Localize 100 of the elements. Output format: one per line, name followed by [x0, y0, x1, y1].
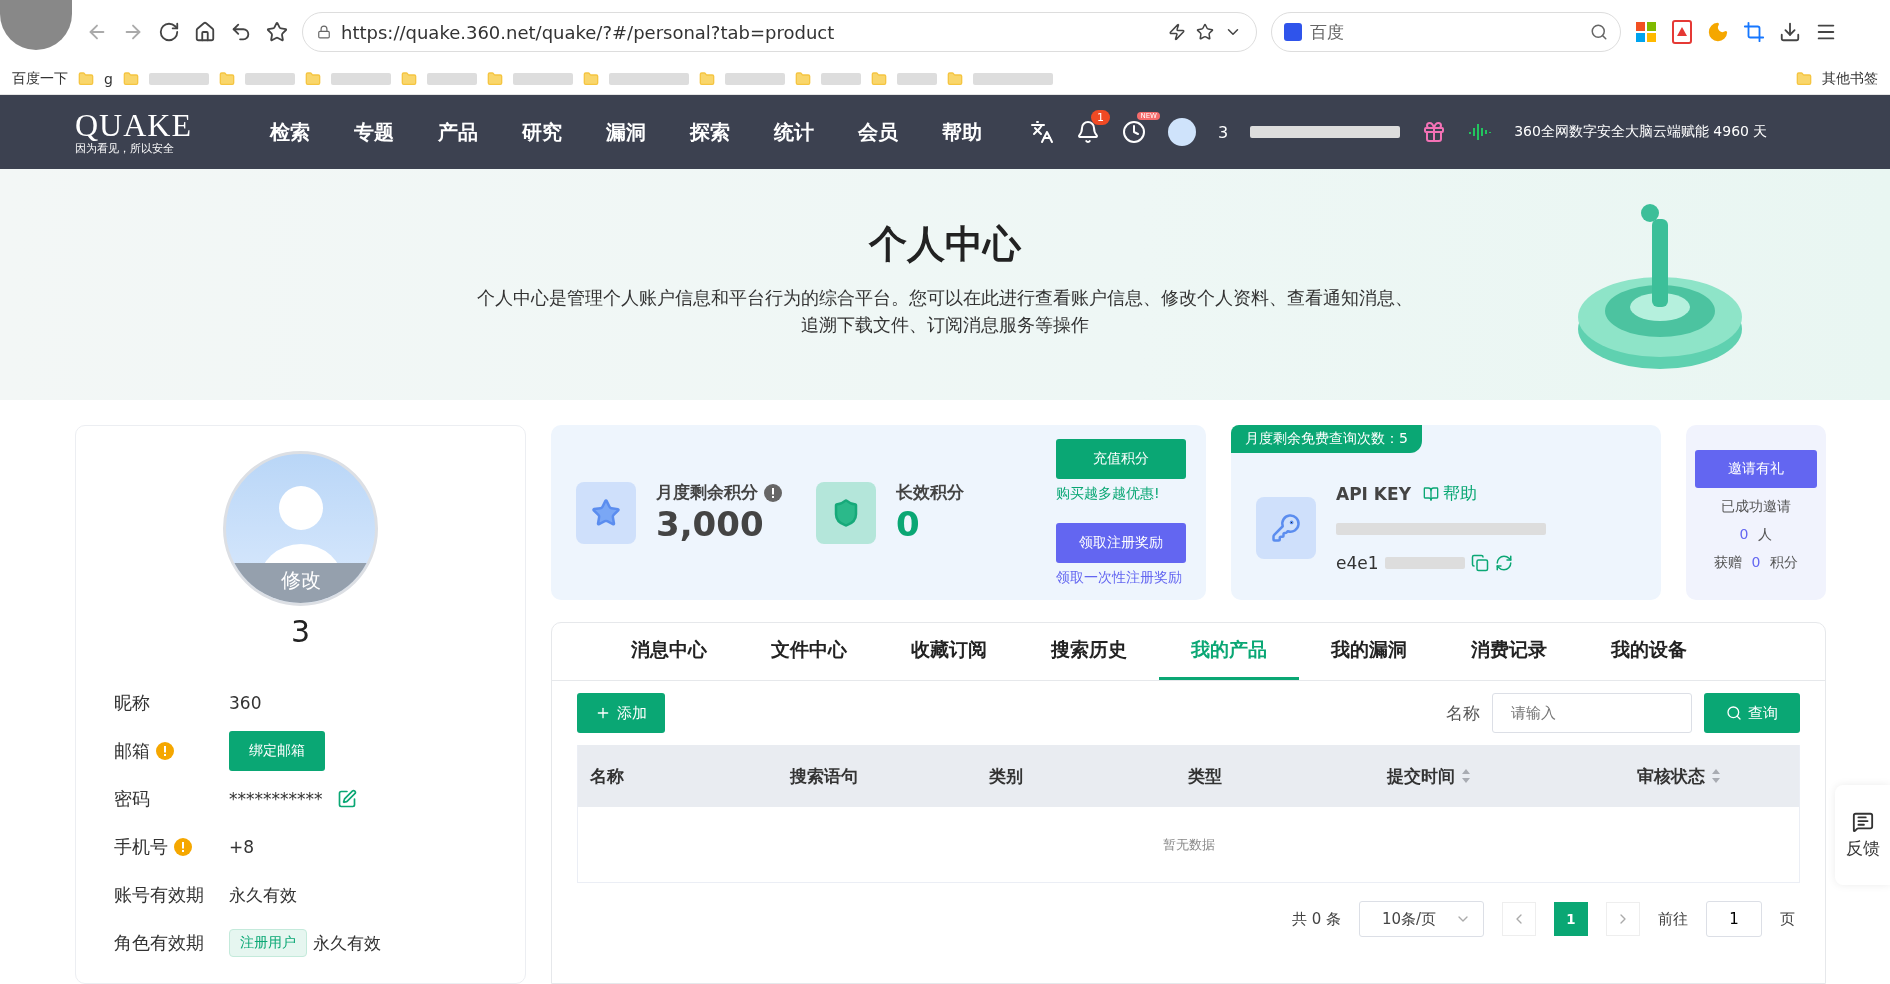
reload-icon[interactable] — [158, 21, 180, 43]
user-avatar[interactable] — [1168, 118, 1196, 146]
apps-icon[interactable] — [1635, 21, 1657, 43]
undo-icon[interactable] — [230, 21, 252, 43]
home-icon[interactable] — [194, 21, 216, 43]
invite-count: 0 — [1739, 526, 1749, 544]
search-icon[interactable] — [1726, 705, 1742, 721]
blurred-text — [330, 73, 391, 85]
copy-icon[interactable] — [1470, 554, 1489, 572]
field-label: 昵称 — [114, 691, 150, 715]
plus-icon[interactable] — [595, 705, 611, 721]
page-unit: 页 — [1780, 909, 1795, 929]
column-header: 名称 — [590, 764, 624, 788]
bookmark[interactable]: 其他书签 — [1822, 70, 1878, 88]
refresh-icon[interactable] — [1494, 554, 1513, 572]
reward-link[interactable]: 领取一次性注册奖励 — [1056, 568, 1186, 587]
folder-icon[interactable] — [218, 71, 235, 87]
user-name[interactable]: 3 — [1218, 122, 1229, 142]
stat-label: 月度剩余积分 — [656, 481, 758, 504]
blurred-text — [724, 73, 785, 85]
quota-badge: 月度剩余免费查询次数：5 — [1231, 425, 1422, 453]
moon-icon[interactable] — [1707, 21, 1729, 43]
goto-page-field[interactable]: 1 — [1706, 901, 1762, 937]
tab[interactable]: 文件中心 — [738, 623, 879, 680]
chat-icon[interactable] — [1851, 810, 1874, 833]
stat-label: 长效积分 — [896, 481, 964, 504]
notification-badge: 1 — [1091, 110, 1110, 125]
tab[interactable]: 搜索历史 — [1018, 623, 1159, 680]
blurred-text — [244, 73, 295, 85]
stat-value: 0 — [896, 504, 921, 544]
column-header: 提交时间 — [1387, 764, 1455, 788]
tab[interactable]: 我的漏洞 — [1298, 623, 1439, 680]
folder-icon[interactable] — [870, 71, 887, 87]
folder-icon[interactable] — [486, 71, 503, 87]
name-input-field[interactable]: 请输入 — [1492, 693, 1692, 733]
folder-icon[interactable] — [400, 71, 417, 87]
search-icon[interactable] — [1590, 23, 1608, 41]
column-header: 审核状态 — [1637, 764, 1705, 788]
folder-icon[interactable] — [1796, 71, 1812, 87]
field-label: 邮箱 — [114, 739, 150, 763]
field-label: 密码 — [114, 787, 150, 811]
paw-icon — [1284, 23, 1302, 41]
folder-icon[interactable] — [304, 71, 321, 87]
feedback-button[interactable]: 反馈 — [1835, 785, 1890, 885]
book-icon[interactable] — [1422, 485, 1439, 502]
blurred-text — [426, 73, 477, 85]
nav-item[interactable]: 会员 — [858, 118, 898, 146]
field-value: 永久有效 — [229, 883, 297, 907]
invite-unit: 人 — [1758, 526, 1773, 544]
profile-avatar-icon[interactable] — [0, 0, 72, 50]
download-icon[interactable] — [1779, 21, 1801, 43]
field-label: 手机号 — [114, 835, 168, 859]
pdf-icon[interactable] — [1671, 20, 1693, 44]
role-tag: 注册用户 — [229, 929, 307, 957]
blurred-text — [148, 73, 209, 85]
bookmark[interactable]: g — [104, 71, 113, 87]
folder-icon[interactable] — [582, 71, 599, 87]
blurred-text — [896, 73, 937, 85]
folder-icon[interactable] — [794, 71, 811, 87]
folder-icon[interactable] — [122, 71, 139, 87]
clock-icon[interactable] — [1122, 120, 1146, 144]
folder-icon[interactable] — [698, 71, 715, 87]
nav-item[interactable]: 统计 — [774, 118, 814, 146]
nav-item[interactable]: 探索 — [690, 118, 730, 146]
tab[interactable]: 我的设备 — [1578, 623, 1719, 680]
reward-button[interactable]: 领取注册奖励 — [1056, 522, 1186, 563]
star-icon[interactable] — [1196, 23, 1214, 41]
page-description: 个人中心是管理个人账户信息和平台行为的综合平台。您可以在此进行查看账户信息、修改个人资料、查看通知消息、 追溯下载文件、订阅消息服务等操作 — [477, 286, 1413, 337]
page-size-select[interactable]: 10条/页 — [1359, 901, 1484, 937]
nav-item[interactable]: 产品 — [438, 118, 478, 146]
nav-item[interactable]: 专题 — [354, 118, 394, 146]
edit-icon[interactable] — [336, 789, 357, 809]
nav-item[interactable]: 帮助 — [942, 118, 982, 146]
sort-icon[interactable] — [1711, 768, 1721, 784]
nav-item[interactable]: 漏洞 — [606, 118, 646, 146]
tab[interactable]: 消息中心 — [598, 623, 739, 680]
gift-label: 获赠 — [1713, 554, 1742, 572]
tab[interactable]: 消费记录 — [1438, 623, 1579, 680]
gift-icon[interactable] — [1422, 120, 1447, 144]
lightning-icon[interactable] — [1168, 23, 1186, 41]
folder-icon[interactable] — [78, 71, 94, 87]
lock-icon — [317, 25, 331, 39]
gift-unit: 积分 — [1770, 554, 1799, 572]
api-key-value: e4e1 — [1336, 553, 1379, 573]
sound-wave-icon — [1468, 122, 1493, 142]
crop-icon[interactable] — [1743, 21, 1765, 43]
bookmark[interactable]: 百度一下 — [12, 70, 68, 88]
invite-button[interactable]: 邀请有礼 — [1695, 450, 1817, 488]
bell-icon[interactable] — [1076, 120, 1100, 144]
sort-icon[interactable] — [1461, 768, 1471, 784]
translate-icon[interactable] — [1030, 120, 1054, 144]
star-icon[interactable] — [266, 21, 288, 43]
nav-item[interactable]: 研究 — [522, 118, 562, 146]
folder-icon[interactable] — [946, 71, 963, 87]
nav-item[interactable]: 检索 — [270, 118, 310, 146]
info-icon — [764, 483, 782, 502]
column-header: 类型 — [1188, 764, 1222, 788]
tab[interactable]: 收藏订阅 — [878, 623, 1019, 680]
key-icon — [1271, 512, 1301, 543]
logo[interactable]: QUAKE — [75, 108, 210, 141]
